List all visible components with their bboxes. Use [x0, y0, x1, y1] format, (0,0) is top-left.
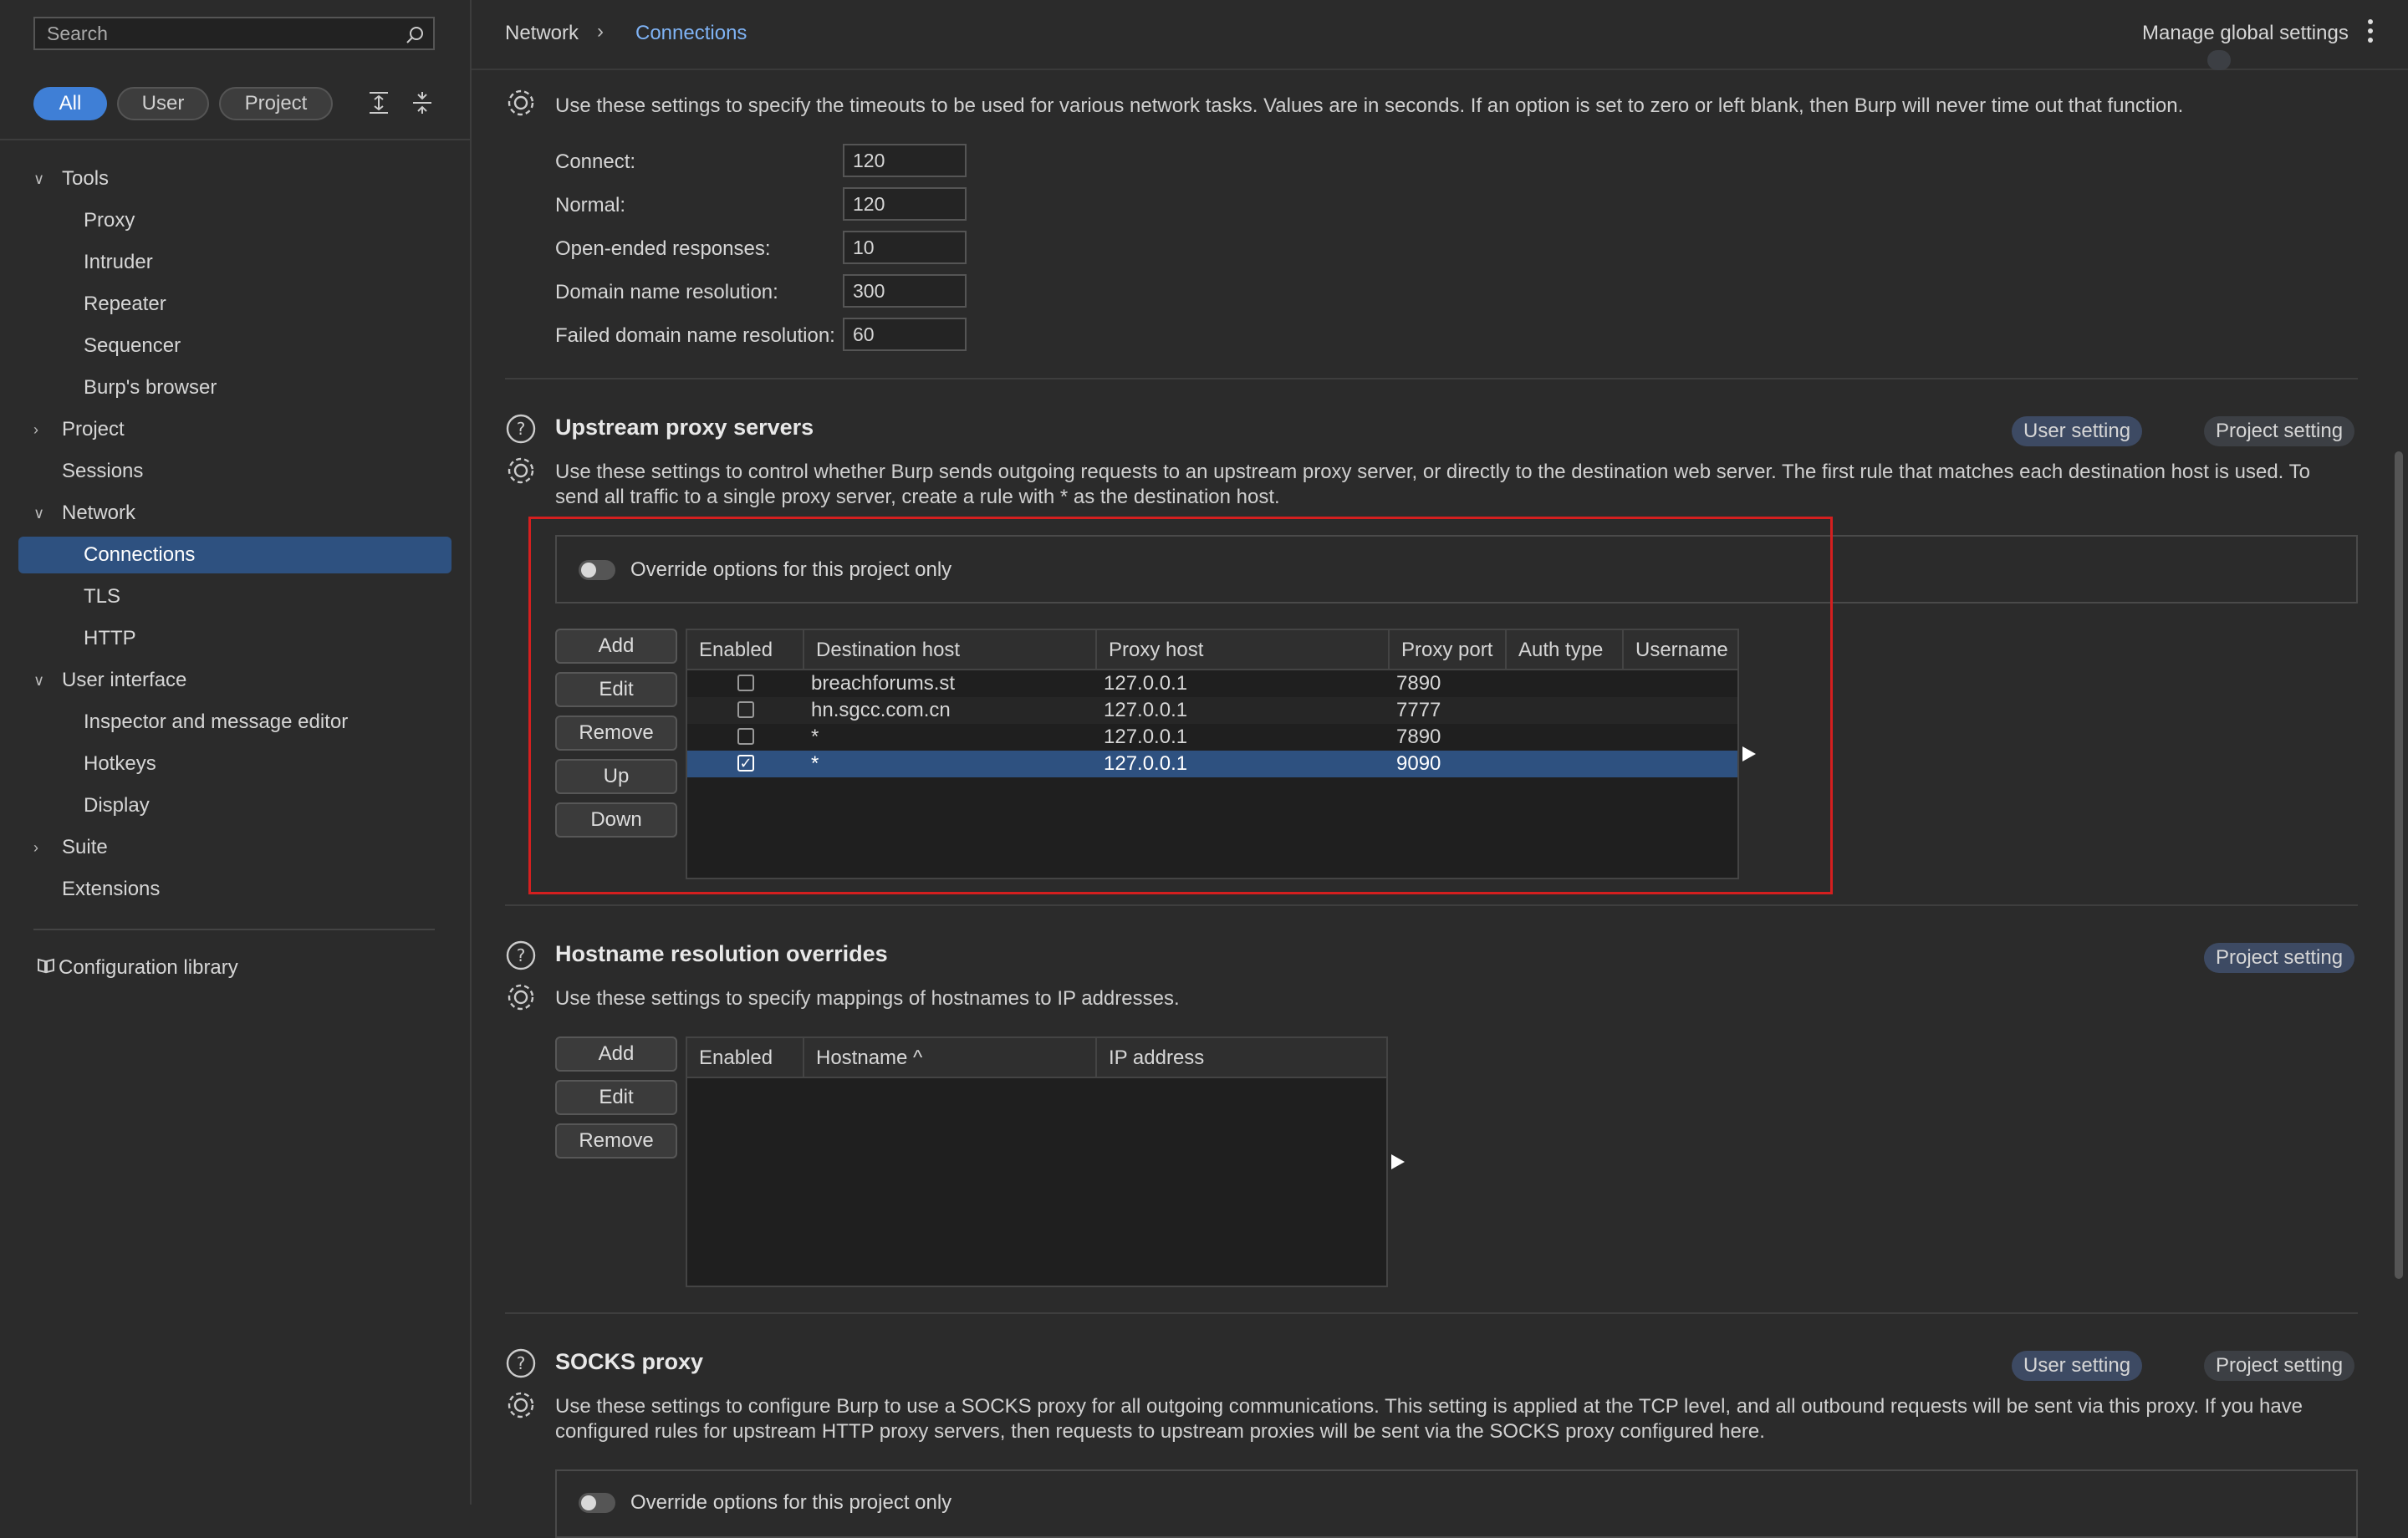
sidebar-item-connections[interactable]: Connections — [18, 537, 452, 573]
project-setting-badge[interactable]: Project setting — [2204, 416, 2355, 446]
collapse-all-icon[interactable] — [410, 90, 435, 121]
book-icon — [37, 950, 59, 986]
col-enabled[interactable]: Enabled — [687, 1038, 804, 1078]
dns-label: Domain name resolution: — [555, 281, 778, 303]
sidebar-item-suite[interactable]: › Suite — [0, 829, 452, 866]
failed-dns-label: Failed domain name resolution: — [555, 324, 835, 347]
sidebar-item-label: User interface — [62, 669, 187, 691]
project-setting-badge[interactable]: Project setting — [2204, 943, 2355, 973]
upstream-title: Upstream proxy servers — [555, 415, 814, 440]
expand-arrow-icon[interactable] — [1391, 1154, 1405, 1169]
socks-title: SOCKS proxy — [555, 1349, 704, 1374]
hostname-title: Hostname resolution overrides — [555, 941, 888, 966]
remove-button[interactable]: Remove — [555, 1123, 677, 1159]
chevron-down-icon: ∨ — [33, 171, 45, 187]
failed-dns-timeout-field[interactable]: 60 — [843, 318, 967, 351]
sidebar-item-extensions[interactable]: Extensions — [62, 871, 160, 908]
gear-icon[interactable] — [505, 455, 537, 492]
sidebar-item-label: Tools — [62, 167, 110, 190]
sidebar-item-user-interface[interactable]: ∨ User interface — [0, 662, 452, 699]
sidebar-item-repeater[interactable]: Repeater — [84, 286, 166, 323]
breadcrumb-separator: › — [597, 20, 604, 43]
gear-icon[interactable] — [505, 87, 537, 125]
sidebar-item-label: Project — [62, 418, 125, 441]
breadcrumb-network[interactable]: Network — [505, 22, 579, 45]
dns-timeout-field[interactable]: 300 — [843, 274, 967, 308]
socks-description-2: configured rules for upstream HTTP proxy… — [555, 1420, 1765, 1443]
filter-project[interactable]: Project — [219, 87, 333, 120]
sidebar-item-proxy[interactable]: Proxy — [84, 202, 135, 239]
configuration-library-link[interactable]: Configuration library — [37, 950, 238, 986]
manage-global-settings-link[interactable]: Manage global settings — [2142, 22, 2349, 45]
help-icon[interactable]: ? — [505, 413, 537, 451]
socks-override-label: Override options for this project only — [630, 1491, 952, 1514]
chevron-down-icon: ∨ — [33, 505, 45, 522]
sidebar-item-label: Suite — [62, 836, 108, 858]
sidebar-item-tls[interactable]: TLS — [84, 578, 120, 615]
chevron-right-icon: › — [33, 421, 38, 438]
sidebar-item-project[interactable]: › Project — [0, 411, 452, 448]
section-divider — [505, 378, 2358, 379]
normal-timeout-field[interactable]: 120 — [843, 187, 967, 221]
timeouts-description: Use these settings to specify the timeou… — [555, 94, 2184, 117]
svg-text:?: ? — [517, 1353, 526, 1373]
sidebar-divider — [33, 929, 435, 930]
sidebar-item-network[interactable]: ∨ Network — [0, 495, 452, 532]
add-button[interactable]: Add — [555, 1036, 677, 1072]
project-setting-badge[interactable]: Project setting — [2204, 1351, 2355, 1381]
gear-icon[interactable] — [505, 1389, 537, 1427]
sidebar-item-http[interactable]: HTTP — [84, 620, 136, 657]
sidebar-divider — [0, 139, 470, 140]
sidebar-item-inspector[interactable]: Inspector and message editor — [84, 704, 348, 741]
configuration-library-label: Configuration library — [59, 956, 238, 979]
connect-timeout-field[interactable]: 120 — [843, 144, 967, 177]
edit-button[interactable]: Edit — [555, 1080, 677, 1115]
open-ended-label: Open-ended responses: — [555, 237, 771, 260]
header-bar: Network › Connections Manage global sett… — [472, 0, 2408, 70]
expand-all-icon[interactable] — [366, 90, 391, 121]
vertical-scrollbar[interactable] — [2395, 451, 2403, 1279]
sidebar: Search All User Project ∨ Tools Proxy Int… — [0, 0, 472, 1505]
more-options-icon[interactable] — [2366, 18, 2375, 49]
hostname-description: Use these settings to specify mappings o… — [555, 987, 1180, 1010]
hostname-table: Enabled Hostname ^ IP address — [686, 1036, 1388, 1287]
sidebar-item-sequencer[interactable]: Sequencer — [84, 328, 181, 364]
sidebar-item-sessions[interactable]: Sessions — [62, 453, 143, 490]
filter-all[interactable]: All — [33, 87, 107, 120]
upstream-description-1: Use these settings to control whether Bu… — [555, 461, 2310, 483]
section-divider — [505, 1312, 2358, 1314]
socks-override-toggle[interactable] — [579, 1493, 615, 1513]
user-setting-badge[interactable]: User setting — [2012, 1351, 2143, 1381]
help-icon[interactable]: ? — [505, 1347, 537, 1385]
chevron-down-icon: ∨ — [33, 672, 45, 689]
sidebar-item-display[interactable]: Display — [84, 787, 150, 824]
timeouts-badge-partial — [2207, 50, 2231, 70]
connect-label: Connect: — [555, 150, 636, 173]
sidebar-item-tools[interactable]: ∨ Tools — [0, 160, 452, 197]
svg-text:?: ? — [517, 419, 526, 439]
socks-description-1: Use these settings to configure Burp to … — [555, 1395, 2303, 1418]
user-setting-badge[interactable]: User setting — [2012, 416, 2143, 446]
section-divider — [505, 904, 2358, 906]
gear-icon[interactable] — [505, 981, 537, 1019]
col-hostname[interactable]: Hostname ^ — [804, 1038, 1097, 1078]
highlight-box — [528, 517, 1833, 894]
chevron-right-icon: › — [33, 839, 38, 856]
col-ip-address[interactable]: IP address — [1097, 1038, 1386, 1078]
upstream-description-2: send all traffic to a single proxy serve… — [555, 486, 1280, 508]
breadcrumb-current: Connections — [635, 22, 747, 44]
search-input[interactable]: Search — [33, 17, 435, 50]
sidebar-item-hotkeys[interactable]: Hotkeys — [84, 746, 156, 782]
help-icon[interactable]: ? — [505, 940, 537, 977]
sidebar-item-label: Network — [62, 502, 136, 524]
normal-label: Normal: — [555, 194, 626, 216]
svg-text:?: ? — [517, 945, 526, 965]
socks-override-panel: Override options for this project only — [555, 1469, 2358, 1538]
sidebar-item-intruder[interactable]: Intruder — [84, 244, 153, 281]
search-icon[interactable] — [405, 23, 425, 53]
open-ended-timeout-field[interactable]: 10 — [843, 231, 967, 264]
filter-user[interactable]: User — [117, 87, 209, 120]
search-placeholder: Search — [47, 23, 108, 44]
sidebar-item-burps-browser[interactable]: Burp's browser — [84, 369, 217, 406]
